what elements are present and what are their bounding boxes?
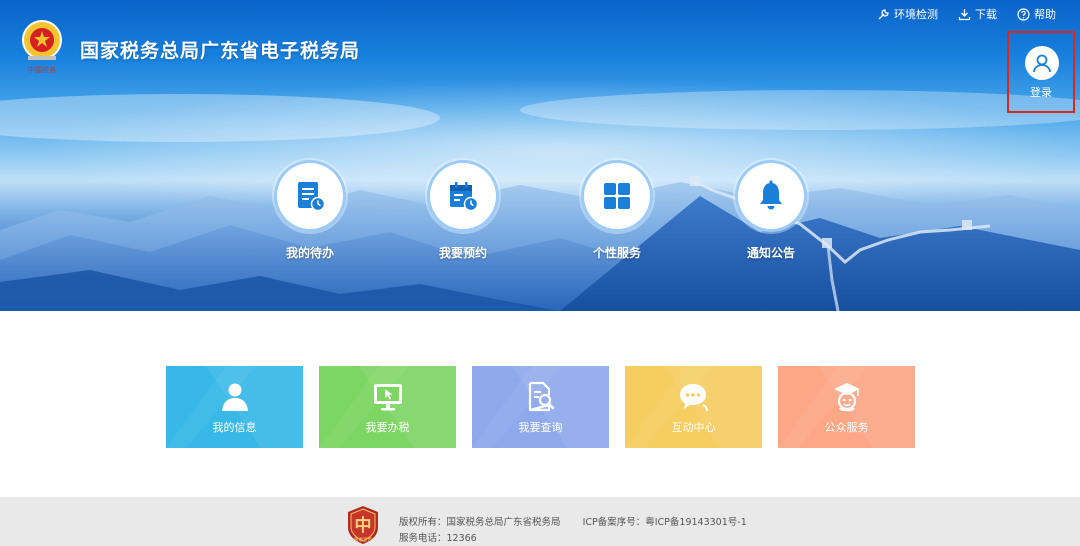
tile-label: 我要查询 — [518, 421, 563, 434]
site-title: 国家税务总局广东省电子税务局 — [80, 40, 361, 62]
quick-nav-label: 我要预约 — [438, 246, 487, 260]
tile-label: 公众服务 — [824, 421, 869, 434]
environment-check-label: 环境检测 — [894, 8, 938, 21]
footer-icp-link[interactable]: ICP备案序号：粤ICP备19143301号-1 — [583, 517, 747, 528]
tax-bureau-emblem-logo[interactable]: 中国税务 — [18, 18, 66, 76]
tile-public-service[interactable]: 公众服务 — [778, 366, 915, 448]
monitor-cursor-icon — [373, 384, 402, 411]
header-banner: 中国税务 国家税务总局广东省电子税务局 环境检测 下载 帮助 登录 我的待办 我… — [0, 0, 1080, 311]
bell-icon — [760, 180, 782, 210]
footer-phone: 服务电话：12366 — [399, 533, 477, 544]
quick-nav-label: 通知公告 — [746, 246, 795, 260]
login-label: 登录 — [1030, 86, 1052, 99]
tile-interaction-center[interactable]: 互动中心 — [625, 366, 762, 448]
help-link[interactable]: 帮助 — [1017, 6, 1056, 22]
top-utility-links: 环境检测 下载 帮助 — [877, 6, 1056, 22]
quick-nav-appointment[interactable]: 我要预约 — [425, 160, 501, 261]
footer-copyright: 版权所有：国家税务总局广东省税务局 — [399, 517, 561, 528]
graduate-icon — [833, 383, 860, 412]
quick-nav-label: 我的待办 — [285, 246, 334, 260]
chat-bubbles-icon — [679, 384, 708, 412]
quick-nav-my-todo[interactable]: 我的待办 — [272, 160, 348, 261]
logo-caption: 中国税务 — [28, 65, 56, 74]
calendar-icon — [450, 182, 479, 212]
footer-emblem-caption: 税收宣传 — [354, 536, 372, 543]
document-search-icon — [528, 381, 554, 412]
svg-text:中: 中 — [355, 515, 372, 535]
help-label: 帮助 — [1034, 8, 1056, 21]
help-icon — [1017, 7, 1030, 21]
user-avatar-icon — [1025, 46, 1059, 80]
tile-label: 我要办税 — [365, 421, 410, 434]
tax-publicity-emblem-icon: 中 税收宣传 — [348, 506, 378, 544]
todo-doc-icon — [298, 182, 326, 212]
footer-copyright-row: 版权所有：国家税务总局广东省税务局 ICP备案序号：粤ICP备19143301号… — [399, 514, 747, 528]
environment-check-link[interactable]: 环境检测 — [877, 6, 938, 22]
login-button[interactable]: 登录 — [1007, 31, 1075, 113]
tile-handle-tax[interactable]: 我要办税 — [319, 366, 456, 448]
tile-label: 互动中心 — [671, 421, 716, 434]
tile-query[interactable]: 我要查询 — [472, 366, 609, 448]
grid-icon — [604, 183, 630, 209]
quick-nav-announcements[interactable]: 通知公告 — [733, 160, 809, 261]
tile-label: 我的信息 — [212, 421, 257, 434]
tile-my-info[interactable]: 我的信息 — [166, 366, 303, 448]
download-icon — [958, 8, 971, 20]
tool-icon — [878, 8, 889, 19]
user-icon — [221, 383, 248, 411]
page-footer: 中 税收宣传 版权所有：国家税务总局广东省税务局 ICP备案序号：粤ICP备19… — [0, 497, 1080, 546]
download-label: 下载 — [975, 8, 997, 21]
quick-nav-personal-service[interactable]: 个性服务 — [579, 160, 655, 261]
quick-nav-label: 个性服务 — [592, 246, 641, 260]
download-link[interactable]: 下载 — [958, 6, 997, 22]
